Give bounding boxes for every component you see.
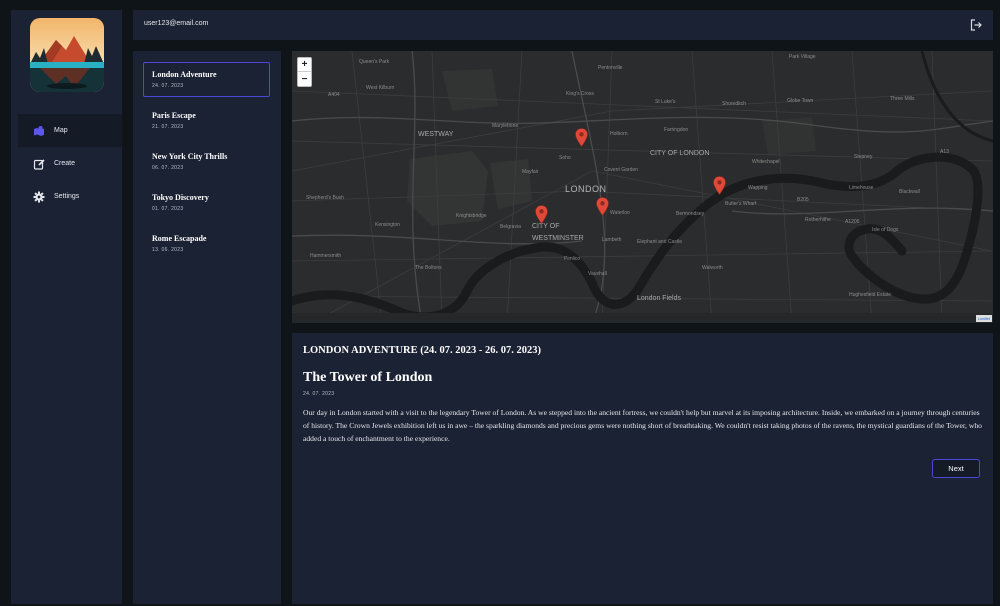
map-label: B205 [797,197,809,203]
map-label: LONDON [565,184,607,194]
map-label: Waterloo [610,210,630,216]
map-view[interactable]: + − Queen's Park West Kilburn A404 Pento… [292,51,993,323]
trip-heading: LONDON ADVENTURE (24. 07. 2023 - 26. 07.… [303,345,542,356]
map-label: Soho [559,155,571,161]
entry-title: The Tower of London [303,370,433,385]
top-bar: user123@email.com [133,10,993,40]
map-label: Park Village [789,54,816,60]
map-label: King's Cross [566,91,594,97]
map-pin-icon [535,205,548,225]
trip-date: 21. 07. 2023 [152,124,184,130]
map-marker[interactable] [575,128,588,148]
map-label: Bermondsey [676,211,705,217]
map-label: Knightsbridge [456,213,487,219]
map-label: CITY OF [532,223,560,230]
leaflet-link[interactable]: Leaflet [978,316,990,321]
trip-list: London Adventure 24. 07. 2023 Paris Escape… [133,51,281,604]
trip-name: New York City Thrills [152,152,228,161]
trip-name: Paris Escape [152,111,196,120]
map-label: The Boltons [415,265,442,271]
trip-item[interactable]: London Adventure 24. 07. 2023 [143,62,270,97]
entry-text: Our day in London started with a visit t… [303,408,982,443]
trip-item[interactable]: Paris Escape 21. 07. 2023 [143,103,270,138]
gear-icon [33,191,45,203]
map-label: Blackwall [899,189,920,195]
trip-name: London Adventure [152,70,217,79]
map-label: St Luke's [655,99,676,105]
map-label: Shepherd's Bush [306,195,344,201]
map-label: Belgravia [500,224,521,230]
map-label: Rotherhithe [805,217,831,223]
map-label: Globe Town [787,98,814,104]
map-label: Butler's Wharf [725,201,757,207]
trip-name: Tokyo Discovery [152,193,209,202]
sidebar-item-map[interactable]: Map [18,114,122,147]
map-pin-icon [713,176,726,196]
trip-date: 24. 07. 2023 [152,83,184,89]
trip-item[interactable]: New York City Thrills 06. 07. 2023 [143,144,270,179]
map-label: Pentonville [598,65,623,71]
map-label: Pimlico [564,256,581,262]
map-label: Stepney [854,154,873,160]
map-label: Covent Garden [604,167,638,173]
sidebar-item-label: Map [54,127,68,134]
map-label: Mayfair [522,169,539,175]
zoom-out-button[interactable]: − [298,72,311,86]
map-label: Queen's Park [359,59,390,65]
map-label: Shoreditch [722,101,746,107]
map-label: A1206 [845,219,860,225]
map-label: WESTWAY [418,131,454,138]
zoom-in-button[interactable]: + [298,58,311,72]
map-label: West Kilburn [366,85,395,91]
map-pin-icon [596,197,609,217]
map-label: A404 [328,92,340,98]
map-label: Wapping [748,185,768,191]
map-label: WESTMINSTER [532,235,584,242]
zoom-controls: + − [297,57,312,87]
map-attribution[interactable]: Leaflet [975,315,992,322]
map-marker[interactable] [535,205,548,225]
map-label: Holborn [610,131,628,137]
map-marker[interactable] [713,176,726,196]
trip-date: 01. 07. 2023 [152,206,184,212]
map-label: A13 [940,149,949,155]
map-label: Whitechapel [752,159,780,165]
map-label: London Fields [637,295,681,302]
map-pin-icon [575,128,588,148]
user-email: user123@email.com [144,20,209,27]
map-label: Kensington [375,222,401,228]
map-label: Three Mills [890,96,915,102]
map-label: Hammersmith [310,253,342,259]
sidebar: Map Create Settings [11,10,122,604]
trip-item[interactable]: Rome Escapade 13. 06. 2023 [143,226,270,261]
entry-date: 24. 07. 2023 [303,391,335,397]
map-label: Hughesfield Estate [849,292,891,298]
map-label: Isle of Dogs [872,227,899,233]
map-label: Marylebone [492,123,519,129]
trip-name: Rome Escapade [152,234,207,243]
trip-item[interactable]: Tokyo Discovery 01. 07. 2023 [143,185,270,220]
sidebar-item-label: Settings [54,193,80,200]
trip-date: 06. 07. 2023 [152,165,184,171]
map-label: Vauxhall [588,271,607,277]
sidebar-item-label: Create [54,160,76,167]
app-logo [30,18,104,92]
trip-details: LONDON ADVENTURE (24. 07. 2023 - 26. 07.… [292,333,993,604]
map-marker[interactable] [596,197,609,217]
edit-icon [33,158,45,170]
map-label: Lambeth [602,237,622,243]
map-label: Walworth [702,265,723,271]
logout-icon[interactable] [969,18,983,32]
map-label: Farringdon [664,127,689,133]
sidebar-item-create[interactable]: Create [18,147,122,180]
map-label: CITY OF LONDON [650,150,710,157]
trip-date: 13. 06. 2023 [152,247,184,253]
map-label: Elephant and Castle [637,239,683,245]
sidebar-item-settings[interactable]: Settings [18,180,122,213]
next-button[interactable]: Next [932,459,980,478]
map-tiles [292,51,993,323]
map-label: Limehouse [849,185,874,191]
map-icon [33,125,45,137]
